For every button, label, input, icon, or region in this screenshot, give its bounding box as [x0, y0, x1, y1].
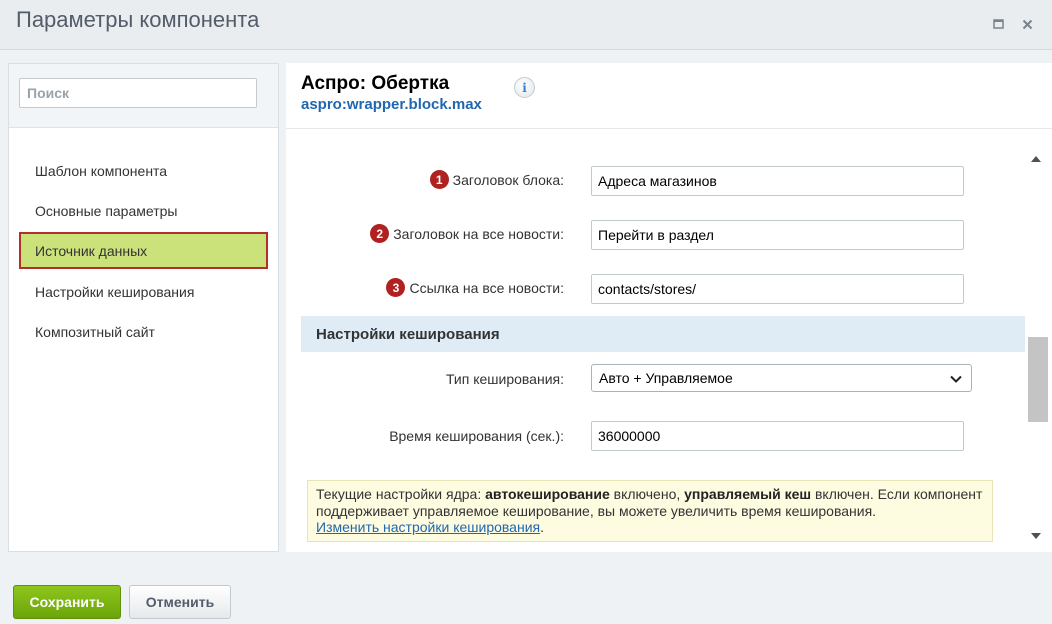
sidebar: Шаблон компонента Основные параметры Ист…: [8, 63, 279, 552]
close-button[interactable]: [1017, 14, 1037, 34]
scrollbar[interactable]: [1025, 149, 1052, 552]
cache-section-header: Настройки кеширования: [301, 316, 1025, 352]
number-badge: 3: [386, 278, 406, 297]
chevron-down-icon: [950, 375, 962, 383]
all-news-link-input[interactable]: [591, 274, 964, 304]
sidebar-item-template[interactable]: Шаблон компонента: [19, 152, 268, 189]
notice-text: Текущие настройки ядра:: [316, 486, 486, 502]
field-label-text: Заголовок блока:: [452, 171, 564, 188]
scroll-thumb[interactable]: [1028, 337, 1048, 422]
all-news-title-input[interactable]: [591, 220, 964, 250]
sidebar-search-area: [9, 64, 278, 128]
maximize-icon: [992, 19, 1004, 29]
field-label-text: Заголовок на все новости:: [393, 225, 564, 242]
sidebar-item-cache-settings[interactable]: Настройки кеширования: [19, 273, 268, 310]
component-header: Аспро: Обертка aspro:wrapper.block.max i: [286, 63, 1052, 129]
cache-time-label: Время кеширования (сек.):: [389, 428, 564, 444]
notice-bold-managed-cache: управляемый кеш: [684, 486, 812, 502]
field-all-news-link-label: 3 Ссылка на все новости:: [386, 278, 564, 297]
field-label-text: Время кеширования (сек.):: [389, 428, 564, 444]
block-title-input[interactable]: [591, 166, 964, 196]
field-all-news-title-label: 2 Заголовок на все новости:: [370, 224, 564, 243]
change-cache-settings-link[interactable]: Изменить настройки кеширования: [316, 519, 540, 535]
main-panel: Аспро: Обертка aspro:wrapper.block.max i…: [286, 63, 1052, 552]
component-code: aspro:wrapper.block.max: [301, 96, 482, 113]
info-icon[interactable]: i: [514, 77, 535, 98]
notice-bold-autocache: автокеширование: [485, 486, 610, 502]
scroll-up-arrow-icon[interactable]: [1031, 156, 1041, 162]
cache-type-select[interactable]: Авто + Управляемое: [591, 364, 972, 392]
field-label-text: Тип кеширования:: [445, 371, 564, 387]
sidebar-item-main-params[interactable]: Основные параметры: [19, 192, 268, 229]
scroll-down-arrow-icon[interactable]: [1031, 533, 1041, 539]
close-icon: [1022, 19, 1032, 29]
field-block-title-label: 1 Заголовок блока:: [429, 170, 564, 189]
window-titlebar: Параметры компонента: [0, 0, 1052, 50]
field-label-text: Ссылка на все новости:: [409, 279, 564, 296]
notice-text: включено,: [609, 486, 685, 502]
sidebar-item-data-source[interactable]: Источник данных: [19, 232, 268, 269]
search-input[interactable]: [19, 78, 257, 108]
cache-notice: Текущие настройки ядра: автокеширование …: [307, 480, 993, 542]
save-button[interactable]: Сохранить: [13, 585, 121, 619]
number-badge: 2: [370, 224, 390, 243]
sidebar-item-composite-site[interactable]: Композитный сайт: [19, 313, 268, 350]
cancel-button[interactable]: Отменить: [129, 585, 231, 619]
cache-time-input[interactable]: [591, 421, 964, 451]
notice-text: .: [540, 519, 544, 535]
component-title: Аспро: Обертка: [301, 73, 450, 94]
window-title: Параметры компонента: [16, 7, 260, 32]
maximize-button[interactable]: [988, 14, 1008, 34]
number-badge: 1: [429, 170, 449, 189]
cache-type-value: Авто + Управляемое: [599, 370, 733, 386]
cache-type-label: Тип кеширования:: [446, 371, 564, 387]
